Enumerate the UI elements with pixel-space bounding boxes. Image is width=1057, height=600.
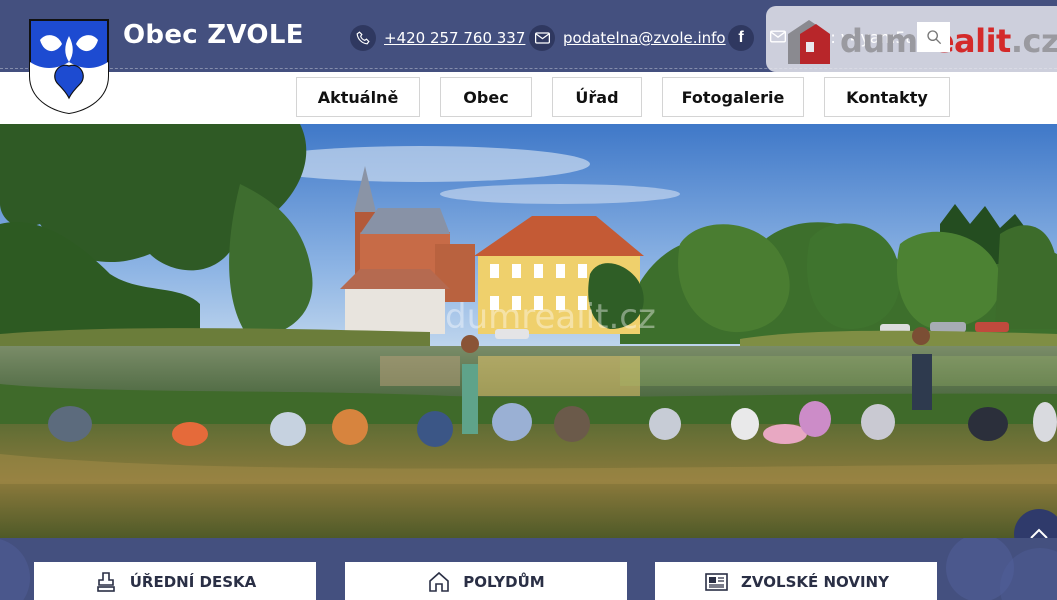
phone-contact[interactable]: +420 257 760 337 bbox=[350, 24, 525, 52]
quick-link-polydum[interactable]: POLYDŮM bbox=[345, 562, 627, 600]
logo-word-dum: dum bbox=[840, 22, 918, 60]
newspaper-icon bbox=[705, 573, 728, 591]
email-link[interactable]: podatelna@zvole.info bbox=[563, 29, 726, 47]
stamp-icon bbox=[96, 572, 115, 592]
nav-item-obec[interactable]: Obec bbox=[440, 77, 532, 117]
envelope-icon bbox=[770, 28, 786, 47]
email-contact[interactable]: podatelna@zvole.info bbox=[529, 24, 726, 52]
site-title[interactable]: Obec ZVOLE bbox=[123, 20, 304, 50]
phone-link[interactable]: +420 257 760 337 bbox=[384, 29, 525, 47]
nav-item-fotogalerie[interactable]: Fotogalerie bbox=[662, 77, 804, 117]
phone-icon bbox=[350, 25, 376, 51]
quick-link-uredni-deska[interactable]: ÚŘEDNÍ DESKA bbox=[34, 562, 316, 600]
main-navigation: Aktuálně Obec Úřad Fotogalerie Kontakty bbox=[0, 72, 1057, 124]
hero-watermark: dumrealit.cz bbox=[445, 297, 656, 337]
quick-link-label: ZVOLSKÉ NOVINY bbox=[741, 573, 889, 591]
facebook-link[interactable]: f bbox=[728, 24, 754, 52]
nav-item-kontakty[interactable]: Kontakty bbox=[824, 77, 950, 117]
envelope-icon bbox=[529, 25, 555, 51]
search-icon bbox=[926, 30, 941, 45]
search-button[interactable] bbox=[917, 22, 950, 52]
nav-item-urad[interactable]: Úřad bbox=[552, 77, 642, 117]
facebook-icon: f bbox=[728, 25, 754, 51]
quick-link-zvolske-noviny[interactable]: ZVOLSKÉ NOVINY bbox=[655, 562, 937, 600]
municipality-crest-logo[interactable] bbox=[28, 18, 110, 115]
quick-links-bar: ÚŘEDNÍ DESKA POLYDŮM ZVOLSKÉ NOVINY bbox=[0, 538, 1057, 600]
nav-item-aktualne[interactable]: Aktuálně bbox=[296, 77, 420, 117]
quick-link-label: ÚŘEDNÍ DESKA bbox=[129, 573, 257, 591]
hero-photo: dumrealit.cz bbox=[0, 124, 1057, 538]
house-icon bbox=[429, 571, 450, 592]
logo-word-cz: .cz bbox=[1010, 22, 1057, 60]
quick-link-label: POLYDŮM bbox=[463, 573, 545, 591]
